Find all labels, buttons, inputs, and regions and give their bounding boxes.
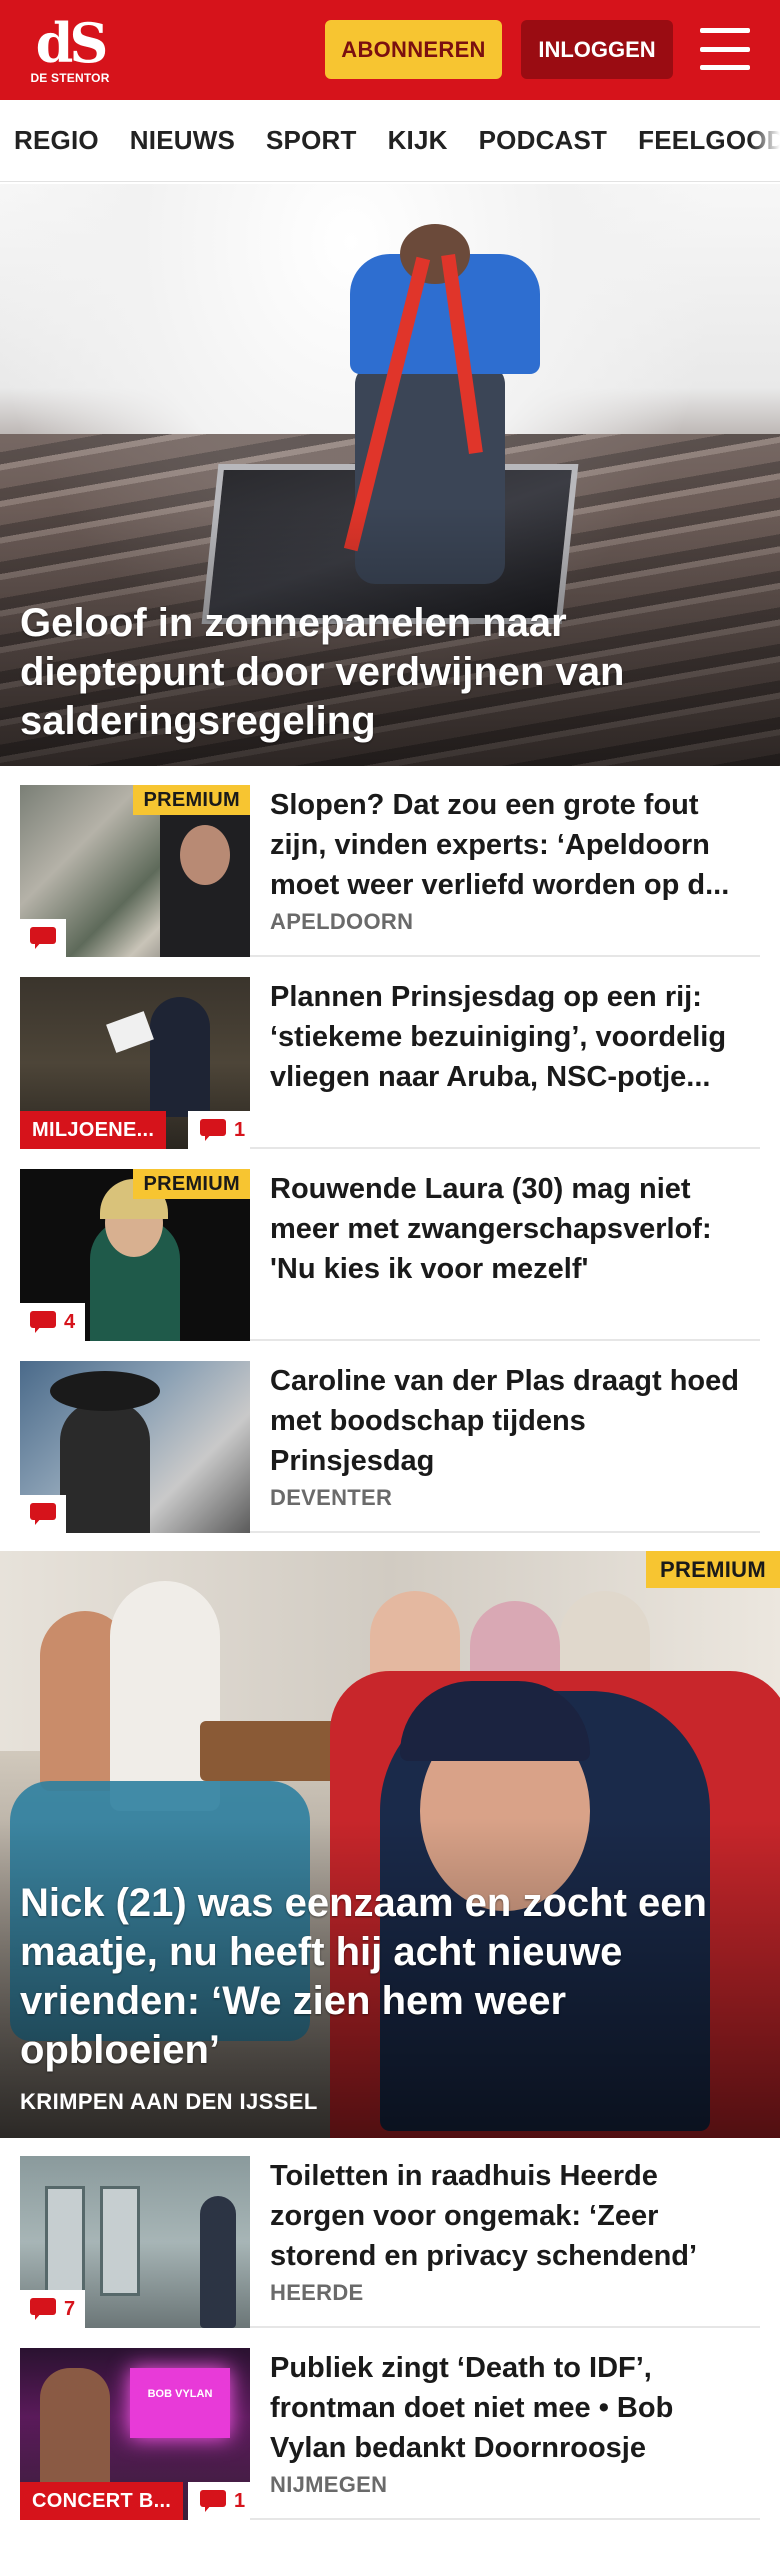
premium-badge: PREMIUM [133,785,250,815]
list-item[interactable]: MILJOENE... 1 Plannen Prinsjesdag op een… [20,977,760,1149]
article-thumbnail[interactable]: 7 [20,2156,250,2328]
comment-count: 1 [234,2489,246,2512]
article-title[interactable]: Toiletten in raadhuis Heerde zorgen voor… [270,2156,750,2276]
list-item[interactable]: BOB VYLAN CONCERT B... 1 Publiek zingt ‘… [20,2348,760,2520]
comment-icon [200,2490,226,2512]
comment-count: 1 [234,1118,246,1141]
comment-count: 4 [64,1310,76,1333]
thumbnail-door [100,2186,140,2296]
premium-badge: PREMIUM [133,1169,250,1199]
category-tag[interactable]: MILJOENE... [20,1111,167,1149]
article-text[interactable]: Publiek zingt ‘Death to IDF’, frontman d… [270,2348,750,2498]
section-nav: REGIO NIEUWS SPORT KIJK PODCAST FEELGOOD [0,100,780,182]
comment-icon [30,1311,56,1333]
comment-icon [30,2298,56,2320]
nav-scroll-fade [750,100,780,181]
article-text[interactable]: Caroline van der Plas draagt hoed met bo… [270,1361,750,1511]
comment-indicator[interactable]: 7 [20,2290,86,2328]
thumbnail-sign: BOB VYLAN [147,2388,213,2400]
subscribe-button[interactable]: ABONNEREN [325,20,502,79]
logo-text: DE STENTOR [30,70,110,85]
thumbnail-hat [50,1371,160,1411]
site-logo[interactable]: dS DE STENTOR [30,10,110,90]
comment-indicator[interactable]: 1 [188,1111,250,1149]
article-category: DEVENTER [270,1485,393,1510]
feature-article[interactable]: PREMIUM Nick (21) was eenzaam en zocht e… [0,1551,780,2138]
article-thumbnail[interactable]: MILJOENE... 1 [20,977,250,1149]
logo-mark: dS [35,10,109,75]
article-title[interactable]: Publiek zingt ‘Death to IDF’, frontman d… [270,2348,750,2468]
list-item[interactable]: Caroline van der Plas draagt hoed met bo… [20,1361,760,1533]
article-thumbnail[interactable]: PREMIUM [20,785,250,957]
feature-category: KRIMPEN AAN DEN IJSSEL [20,2089,318,2114]
article-title[interactable]: Rouwende Laura (30) mag niet meer met zw… [270,1169,750,1289]
comment-indicator[interactable]: 1 [188,2482,250,2520]
article-text[interactable]: Rouwende Laura (30) mag niet meer met zw… [270,1169,750,1289]
nav-item-sport[interactable]: SPORT [266,125,357,156]
comment-icon [30,1503,56,1525]
feature-title[interactable]: Nick (21) was eenzaam en zocht een maatj… [20,1879,740,2075]
list-item[interactable]: PREMIUM Slopen? Dat zou een grote fout z… [20,785,760,957]
list-item[interactable]: 7 Toiletten in raadhuis Heerde zorgen vo… [20,2156,760,2328]
article-title[interactable]: Caroline van der Plas draagt hoed met bo… [270,1361,750,1481]
thumbnail-person [200,2196,236,2328]
article-category: NIJMEGEN [270,2472,388,2497]
hero-title[interactable]: Geloof in zonnepanelen naar dieptepunt d… [20,599,750,746]
thumbnail-door [45,2186,85,2296]
thumbnail-stage-screen [130,2368,230,2438]
article-thumbnail[interactable] [20,1361,250,1533]
comment-indicator[interactable] [20,1495,66,1533]
top-header: dS DE STENTOR ABONNEREN INLOGGEN [0,0,780,100]
hamburger-icon[interactable] [700,28,750,70]
nav-item-regio[interactable]: REGIO [14,125,99,156]
comment-icon [200,1119,226,1141]
comment-icon [30,927,56,949]
comment-indicator[interactable]: 4 [20,1303,86,1341]
article-text[interactable]: Plannen Prinsjesdag op een rij: ‘stiekem… [270,977,750,1097]
thumbnail-person [60,1401,150,1533]
comment-count: 7 [64,2297,76,2320]
article-thumbnail[interactable]: PREMIUM 4 [20,1169,250,1341]
thumbnail-face [180,825,230,885]
comment-indicator[interactable] [20,919,66,957]
article-category: HEERDE [270,2280,364,2305]
list-item[interactable]: PREMIUM 4 Rouwende Laura (30) mag niet m… [20,1169,760,1341]
article-title[interactable]: Plannen Prinsjesdag op een rij: ‘stiekem… [270,977,750,1097]
nav-item-nieuws[interactable]: NIEUWS [130,125,235,156]
article-thumbnail[interactable]: BOB VYLAN CONCERT B... 1 [20,2348,250,2520]
hero-article[interactable]: Geloof in zonnepanelen naar dieptepunt d… [0,184,780,766]
article-title[interactable]: Slopen? Dat zou een grote fout zijn, vin… [270,785,750,905]
category-tag[interactable]: CONCERT B... [20,2482,184,2520]
login-button[interactable]: INLOGGEN [521,20,673,79]
article-text[interactable]: Slopen? Dat zou een grote fout zijn, vin… [270,785,750,935]
premium-badge: PREMIUM [646,1551,780,1588]
article-category: APELDOORN [270,909,414,934]
nav-item-podcast[interactable]: PODCAST [479,125,608,156]
article-text[interactable]: Toiletten in raadhuis Heerde zorgen voor… [270,2156,750,2306]
hero-image-worker-head [400,224,470,284]
thumbnail-person [150,997,210,1117]
nav-item-kijk[interactable]: KIJK [388,125,448,156]
